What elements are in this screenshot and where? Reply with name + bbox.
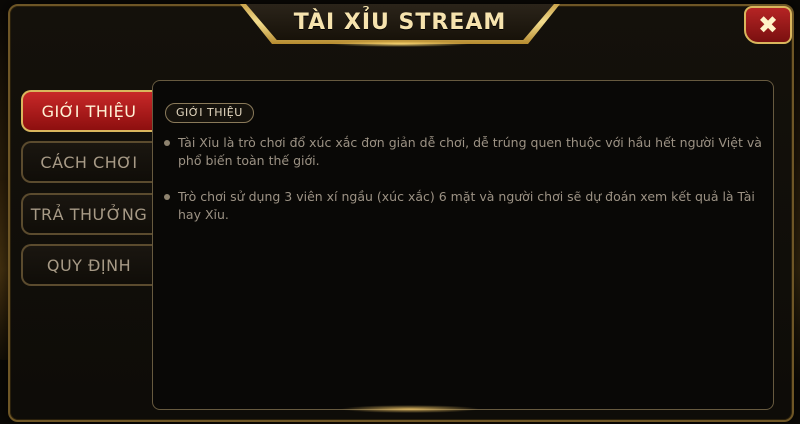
list-item: Tài Xỉu là trò chơi đổ xúc xắc đơn giản … [164, 134, 779, 170]
tab-cach-choi[interactable]: CÁCH CHƠI [21, 141, 155, 183]
close-icon: ✖ [757, 11, 779, 39]
tab-tra-thuong[interactable]: TRẢ THƯỞNG [21, 193, 155, 235]
paragraph-text: Tài Xỉu là trò chơi đổ xúc xắc đơn giản … [178, 135, 762, 168]
tab-label: GIỚI THIỆU [41, 101, 137, 121]
tab-label: QUY ĐỊNH [46, 255, 132, 275]
tab-label: CÁCH CHƠI [40, 152, 138, 172]
dialog-title: TÀI XỈU STREAM [293, 9, 507, 35]
bullet-icon [164, 194, 170, 200]
panel-glow [340, 405, 480, 413]
paragraph-text: Trò chơi sử dụng 3 viên xí ngầu (xúc xắc… [178, 189, 755, 222]
tab-quy-dinh[interactable]: QUY ĐỊNH [21, 244, 155, 286]
content-panel[interactable] [152, 80, 774, 410]
list-item: Trò chơi sử dụng 3 viên xí ngầu (xúc xắc… [164, 188, 779, 224]
content-list: Tài Xỉu là trò chơi đổ xúc xắc đơn giản … [164, 134, 779, 242]
bullet-icon [164, 140, 170, 146]
title-bar: TÀI XỈU STREAM [246, 4, 554, 40]
tab-label: TRẢ THƯỞNG [30, 204, 148, 224]
close-button[interactable]: ✖ [744, 6, 792, 44]
section-title: GIỚI THIỆU [165, 103, 254, 123]
title-glow [330, 41, 470, 47]
tab-gioi-thieu[interactable]: GIỚI THIỆU [21, 90, 155, 132]
